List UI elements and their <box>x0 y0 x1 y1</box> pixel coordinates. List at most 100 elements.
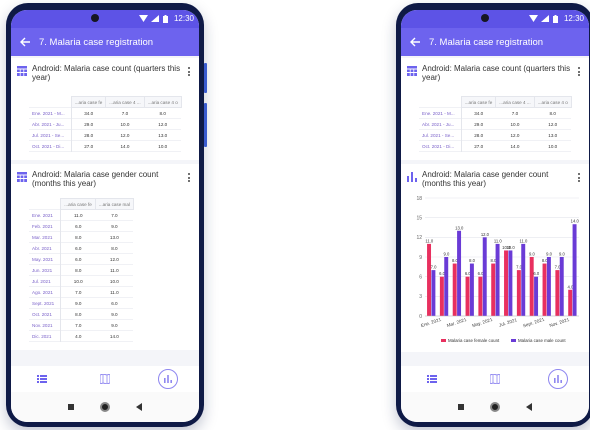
data-label: 6.0 <box>533 271 539 276</box>
quarterly-table-card: Android: Malaria case count (quarters th… <box>11 58 199 160</box>
row-header: Ene. 2021 - M... <box>419 107 462 119</box>
table-row: Jul. 2021 10.0 10.0 <box>29 275 134 287</box>
row-header: Jul. 2021 <box>29 275 62 287</box>
bar-female <box>491 263 496 316</box>
bar-female <box>504 250 509 316</box>
table-cell: 11.0 <box>110 267 119 273</box>
quarterly-pivot-table: ...aria case fe ...aria case 4 ... ...ar… <box>419 96 572 152</box>
table-cell: 12.0 <box>109 256 119 262</box>
bar-female <box>478 276 483 316</box>
dashboard-content[interactable]: Android: Malaria case count (quarters th… <box>11 56 199 366</box>
table-cell: 8.0 <box>159 110 166 116</box>
x-tick-label: Ene. 2021 <box>420 317 442 328</box>
home-icon[interactable] <box>490 402 500 412</box>
table-cell: 13.0 <box>548 132 558 138</box>
nav-chart-button[interactable] <box>136 369 199 389</box>
card-header: Android: Malaria case count (quarters th… <box>17 64 193 82</box>
more-options-icon[interactable] <box>185 173 193 184</box>
more-options-icon[interactable] <box>575 173 583 184</box>
page-title: 7. Malaria case registration <box>39 36 154 48</box>
legend-swatch <box>511 339 516 342</box>
row-header: Dic. 2021 <box>29 330 62 342</box>
bar-male <box>559 257 564 316</box>
right-phone: 12:30 7. Malaria case registration Andro… <box>396 3 590 427</box>
table-cell: 6.0 <box>75 245 82 251</box>
table-row: Ene. 2021 11.0 7.0 <box>29 209 134 221</box>
back-arrow-icon[interactable] <box>409 36 421 48</box>
nav-map-button[interactable] <box>74 374 137 384</box>
bar-female <box>516 270 521 316</box>
row-header: Ene. 2021 <box>29 209 62 221</box>
status-time: 12:30 <box>563 14 584 23</box>
left-screen: 12:30 7. Malaria case registration Andro… <box>11 10 199 422</box>
table-row: Sept. 2021 9.0 6.0 <box>29 297 134 309</box>
back-icon[interactable] <box>526 403 532 411</box>
bar-female <box>555 270 560 316</box>
table-cell: 8.0 <box>549 110 556 116</box>
row-header: May. 2021 <box>29 253 62 265</box>
row-header: Mar. 2021 <box>29 231 62 243</box>
bar-male <box>521 243 526 316</box>
bar-male <box>469 263 474 316</box>
nav-list-button[interactable] <box>11 375 74 383</box>
data-label: 9.0 <box>559 252 565 257</box>
table-cell: 9.0 <box>111 311 118 317</box>
quarterly-pivot-table: ...aria case fe ...aria case 4 ... ...ar… <box>29 96 182 152</box>
camera <box>91 14 99 22</box>
table-cell: 9.0 <box>111 223 118 229</box>
left-phone: 12:30 7. Malaria case registration Andro… <box>6 3 207 427</box>
recents-icon[interactable] <box>458 404 464 410</box>
table-cell: 11.0 <box>110 289 119 295</box>
bar-female <box>427 243 432 316</box>
more-options-icon[interactable] <box>185 67 193 78</box>
table-row: Oct. 2021 - Di... 27.0 14.0 10.0 <box>29 140 182 152</box>
table-cell: 10.0 <box>548 143 558 149</box>
nav-chart-button[interactable] <box>526 369 589 389</box>
right-screen: 12:30 7. Malaria case registration Andro… <box>401 10 589 422</box>
dashboard-content[interactable]: Android: Malaria case count (quarters th… <box>401 56 589 366</box>
table-cell: 10.0 <box>109 278 119 284</box>
y-tick-label: 6 <box>419 274 422 280</box>
bar-male <box>546 257 551 316</box>
card-title: Android: Malaria case count (quarters th… <box>422 64 571 82</box>
row-header: Jun. 2021 <box>29 264 62 276</box>
column-header: ...aria case mal <box>94 198 134 210</box>
back-arrow-icon[interactable] <box>19 36 31 48</box>
row-header: Abr. 2021 - Ju... <box>29 118 72 130</box>
legend-label: Malaria case female count <box>448 338 500 343</box>
table-cell: 7.0 <box>75 289 82 295</box>
table-cell: 12.0 <box>158 121 168 127</box>
nav-map-button[interactable] <box>464 374 527 384</box>
table-cell: 8.0 <box>111 245 118 251</box>
bar-female <box>542 263 547 316</box>
bar-female <box>529 257 534 316</box>
table-cell: 34.0 <box>474 110 484 116</box>
table-cell: 4.0 <box>75 333 82 339</box>
bar-chart-icon <box>407 172 417 182</box>
table-cell: 13.0 <box>158 132 168 138</box>
table-row: Jul. 2021 - Se... 28.0 12.0 13.0 <box>419 129 572 141</box>
table-cell: 29.0 <box>84 121 94 127</box>
gender-bar-chart: 0 3 6 9 12 15 18 11.0 7.0 Ene. 2021 6.0 9.0 8.0 13.0 M… <box>416 196 579 343</box>
home-icon[interactable] <box>100 402 110 412</box>
bar-male <box>431 270 436 316</box>
data-label: 13.0 <box>455 225 464 230</box>
table-cell: 29.0 <box>474 121 484 127</box>
table-icon <box>17 172 27 182</box>
back-icon[interactable] <box>136 403 142 411</box>
chart-nav-circle <box>157 369 178 389</box>
recents-icon[interactable] <box>68 404 74 410</box>
more-options-icon[interactable] <box>575 67 583 78</box>
app-bar: 7. Malaria case registration <box>401 28 589 56</box>
card-header: Android: Malaria case gender count (mont… <box>17 170 193 188</box>
app-bar: 7. Malaria case registration <box>11 28 199 56</box>
table-cell: 9.0 <box>75 300 82 306</box>
table-cell: 10.0 <box>158 143 168 149</box>
camera <box>481 14 489 22</box>
status-bar: 12:30 <box>11 10 199 28</box>
nav-list-button[interactable] <box>401 375 464 383</box>
table-cell: 8.0 <box>75 234 82 240</box>
table-row: Oct. 2021 - Di... 27.0 14.0 10.0 <box>419 140 572 152</box>
table-row: Abr. 2021 6.0 8.0 <box>29 242 134 254</box>
table-row: Oct. 2021 8.0 9.0 <box>29 308 134 320</box>
